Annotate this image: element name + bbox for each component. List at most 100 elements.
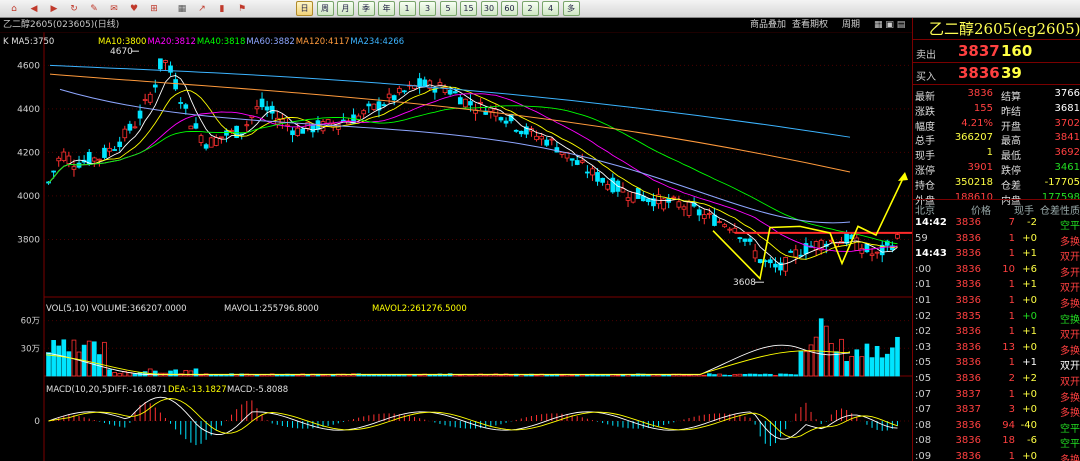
tick-cell-h: 2 xyxy=(1008,373,1015,384)
ask-volume: 160 xyxy=(1001,42,1033,60)
period-button-4[interactable]: 年 xyxy=(378,1,395,16)
period-button-9[interactable]: 30 xyxy=(480,1,498,16)
forward-icon[interactable]: ▶ xyxy=(46,1,62,17)
flag-icon[interactable]: ⚑ xyxy=(234,1,250,17)
tick-row[interactable]: :00 3836 10 +6 多开 xyxy=(913,262,1080,279)
period-button-8[interactable]: 15 xyxy=(460,1,477,16)
tick-row[interactable]: 14:43 3836 1 +1 双开 xyxy=(913,246,1080,263)
candle-body xyxy=(290,130,295,136)
macd-value-label: MACD:-5.8088 xyxy=(227,385,288,395)
volume-bar xyxy=(864,343,870,377)
tick-cell-p: 3836 xyxy=(955,279,981,291)
tick-cell-h: 1 xyxy=(1008,357,1015,369)
tick-cell-t: :07 xyxy=(915,404,932,416)
period-button-0[interactable]: 日 xyxy=(296,1,313,16)
tick-row[interactable]: :08 3836 94 -40 空平 xyxy=(913,418,1080,435)
candle-body xyxy=(869,253,875,256)
candle-body xyxy=(452,91,458,94)
candle-body xyxy=(102,147,107,158)
volume-bar xyxy=(727,375,733,377)
volume-bar xyxy=(559,375,565,377)
period-button-6[interactable]: 3 xyxy=(419,1,436,16)
period-button-3[interactable]: 季 xyxy=(357,1,375,16)
back-icon[interactable]: ◀ xyxy=(26,1,42,17)
draw-icon[interactable]: ✎ xyxy=(86,1,102,17)
stat-row: 幅度 4.21% 开盘 3702 xyxy=(913,116,1080,133)
candle-body xyxy=(152,84,158,88)
tick-row[interactable]: 14:42 3836 7 -2 空平 xyxy=(913,215,1080,232)
candle-body xyxy=(712,214,717,226)
tick-cell-t: :01 xyxy=(915,279,932,291)
tick-row[interactable]: :02 3835 1 +0 空换 xyxy=(913,309,1080,326)
table-icon[interactable]: ▦ xyxy=(174,1,190,17)
tick-cell-p: 3836 xyxy=(955,373,981,384)
volume-bar xyxy=(498,375,504,377)
indicator-icon[interactable]: ⊞ xyxy=(146,1,162,17)
period-button-10[interactable]: 60 xyxy=(501,1,518,16)
quote-panel: 乙二醇2605(eg2605) 卖出 3837 160 买入 3836 39 最… xyxy=(912,18,1080,461)
home-icon[interactable]: ⌂ xyxy=(6,1,22,17)
volume-bar xyxy=(274,374,280,377)
line-chart-icon[interactable]: ↗ xyxy=(194,1,210,17)
volume-bar xyxy=(707,373,712,377)
period-button-2[interactable]: 月 xyxy=(337,1,354,16)
bid-row[interactable]: 买入 3836 39 xyxy=(913,63,1080,85)
mavol1-label: MAVOL1:255796.8000 xyxy=(224,304,319,314)
candle-body xyxy=(183,104,189,109)
volume-bar xyxy=(762,373,768,377)
tick-row[interactable]: :01 3836 1 +0 多换 xyxy=(913,293,1080,310)
stat-value: 3692 xyxy=(1054,147,1080,159)
tick-cell-h: 1 xyxy=(1008,388,1015,400)
stat-value: 3702 xyxy=(1054,117,1080,129)
candle-body xyxy=(361,110,367,115)
macd-zero-label: 0 xyxy=(34,417,40,427)
refresh-icon[interactable]: ↻ xyxy=(66,1,82,17)
layout-icon[interactable]: ▦ ▣ ▤ xyxy=(874,18,905,32)
candle-body xyxy=(620,188,626,193)
tick-row[interactable]: :05 3836 1 +1 双开 xyxy=(913,355,1080,372)
period-button-12[interactable]: 4 xyxy=(542,1,559,16)
tick-cell-d: +1 xyxy=(1022,248,1037,260)
tick-row[interactable]: :01 3836 1 +1 双开 xyxy=(913,277,1080,294)
overlay-commodity-button[interactable]: 商品叠加 xyxy=(750,18,786,32)
candle-body xyxy=(600,177,605,183)
chart-canvas[interactable]: 46004400420040003800K MA5:3750 MA10:3800 M… xyxy=(0,18,912,461)
tick-row[interactable]: :03 3836 13 +0 多换 xyxy=(913,340,1080,357)
tick-row[interactable]: :09 3836 1 +0 多换 xyxy=(913,449,1080,461)
candle-body xyxy=(752,250,758,259)
kline-chart-area[interactable]: 4600 4400 4200 4000 3800 K MA5:3750 MA10:3800 M… xyxy=(0,18,912,461)
tick-row[interactable]: :05 3836 2 +2 双开 xyxy=(913,371,1080,388)
stat-value: 4.21% xyxy=(961,117,993,129)
candle-body xyxy=(208,137,214,148)
tick-row[interactable]: :02 3836 1 +1 双开 xyxy=(913,324,1080,341)
stat-row: 涨停 3901 跌停 3461 xyxy=(913,160,1080,177)
candle-body xyxy=(295,127,300,136)
tick-row[interactable]: :07 3837 3 +0 多换 xyxy=(913,402,1080,419)
volume-bar xyxy=(46,352,51,377)
stat-value: 350218 xyxy=(954,176,993,188)
ask-row[interactable]: 卖出 3837 160 xyxy=(913,41,1080,63)
candle-body xyxy=(402,90,407,93)
tick-cell-d: +0 xyxy=(1022,232,1037,244)
tick-row[interactable]: :07 3837 1 +0 多换 xyxy=(913,387,1080,404)
volume-bar xyxy=(732,374,738,377)
period-button[interactable]: 周期 xyxy=(842,18,860,32)
period-button-5[interactable]: 1 xyxy=(398,1,416,16)
period-button-11[interactable]: 2 xyxy=(521,1,539,16)
tick-cell-d: +0 xyxy=(1022,404,1037,416)
period-button-1[interactable]: 周 xyxy=(316,1,334,16)
alert-icon[interactable]: ✉ xyxy=(106,1,122,17)
tick-row[interactable]: 59 3836 1 +0 多换 xyxy=(913,231,1080,248)
candle-body xyxy=(732,227,738,233)
volume-bar xyxy=(890,347,895,377)
ma-value: MA40:3818 xyxy=(197,37,245,47)
price-tick-label: 4600 xyxy=(17,61,40,71)
candle-icon[interactable]: ▮ xyxy=(214,1,230,17)
volume-bar xyxy=(381,374,387,377)
favorite-icon[interactable]: ♥ xyxy=(126,1,142,17)
volume-bar xyxy=(630,374,636,377)
tick-row[interactable]: :08 3836 18 -6 空平 xyxy=(913,433,1080,450)
period-button-13[interactable]: 多 xyxy=(562,1,580,16)
period-button-7[interactable]: 5 xyxy=(439,1,457,16)
view-options-button[interactable]: 查看期权 xyxy=(792,18,828,32)
